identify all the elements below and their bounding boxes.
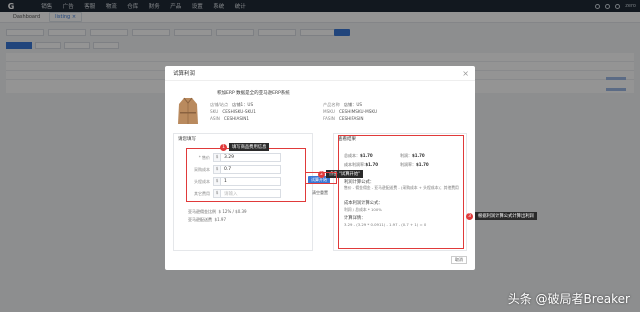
cost-formula: 利润 / 总成本 * 100% <box>344 207 382 212</box>
calc-detail: 3.29 - (3.29 * 0.0911) - 1.97 - (0.7 + 1… <box>344 222 427 227</box>
annotation-label: 根据利润计算公式计算出利润 <box>475 212 537 220</box>
currency-prefix: $ <box>213 189 221 198</box>
profit-result: 利润：$1.70 <box>400 153 425 158</box>
product-field: SKU CESHISKU-SKU1 <box>210 109 256 114</box>
input-panel-title: 请您填写 <box>178 137 196 142</box>
calc-detail-title: 计算详情： <box>344 216 366 221</box>
total-cost-result: 总成本：$1.70 <box>344 153 373 158</box>
profit-formula: 售价 - 佣金佣金 - 亚马逊配送费 - (采购成本 + 头程成本)；其他费用 <box>344 185 459 190</box>
purchase-cost-input[interactable]: 0.7 <box>221 165 281 174</box>
product-field: 产品名称 店铺：US <box>323 102 363 107</box>
product-field: 店铺/站点 店铺1：US <box>210 102 254 107</box>
close-icon[interactable]: × <box>462 69 469 78</box>
field-label: 采购成本 <box>194 166 210 172</box>
cost-formula-title: 成本利润计算公式： <box>344 201 383 206</box>
watermark: 头条 @破局者Breaker <box>507 292 630 306</box>
product-image <box>178 97 198 124</box>
price-input[interactable]: 3.29 <box>221 153 281 162</box>
purchase-cost-field: 采购成本 $ 0.7 <box>188 165 281 174</box>
currency-prefix: $ <box>213 153 221 162</box>
modal-title: 试算利润 <box>173 71 196 77</box>
field-label: 头程成本 <box>194 178 210 184</box>
profit-margin-result: 利润率：$1.70 <box>400 162 429 167</box>
price-field: * 售价 $ 3.29 <box>188 153 281 162</box>
annotation-badge: 1 <box>220 144 227 151</box>
profit-calc-modal: 试算利润 × 积加ERP 数据是全的亚马逊ERP系统 店铺/站点 店铺1：US S… <box>165 66 475 270</box>
cost-margin-result: 成本利润率:$1.70 <box>344 162 379 167</box>
currency-prefix: $ <box>213 177 221 186</box>
field-label: 其它费用 <box>194 190 210 196</box>
annotation-label: 填写商品费用信息 <box>229 143 270 151</box>
product-field: MSKU CESHIMSKU-MSKU <box>323 109 378 114</box>
product-title: 积加ERP 数据是全的亚马逊ERP系统 <box>217 91 290 96</box>
freight-cost-input[interactable]: 1 <box>221 177 281 186</box>
product-field: ASIN CESHIASIN1 <box>210 116 250 121</box>
commission-info: 亚马逊佣金比例 $ 12% / $0.39 <box>188 209 247 214</box>
other-fee-input[interactable]: 请输入 <box>221 189 281 198</box>
annotation-box-2 <box>305 172 337 184</box>
field-label: * 售价 <box>198 154 210 160</box>
annotation-badge: 3 <box>466 213 473 220</box>
product-field: FASIN CESHIFASIN <box>323 116 364 121</box>
other-fee-field: 其它费用 $ 请输入 <box>188 189 281 198</box>
reset-button[interactable]: 清空重置 <box>312 190 328 196</box>
currency-prefix: $ <box>213 165 221 174</box>
cancel-button[interactable]: 取消 <box>451 256 467 264</box>
result-panel: 查看结果 总成本：$1.70 利润：$1.70 成本利润率:$1.70 利润率：… <box>333 133 467 251</box>
fba-fee-info: 亚马逊配送费 $1.97 <box>188 217 226 222</box>
modal-header: 试算利润 <box>165 66 475 81</box>
freight-cost-field: 头程成本 $ 1 <box>188 177 281 186</box>
